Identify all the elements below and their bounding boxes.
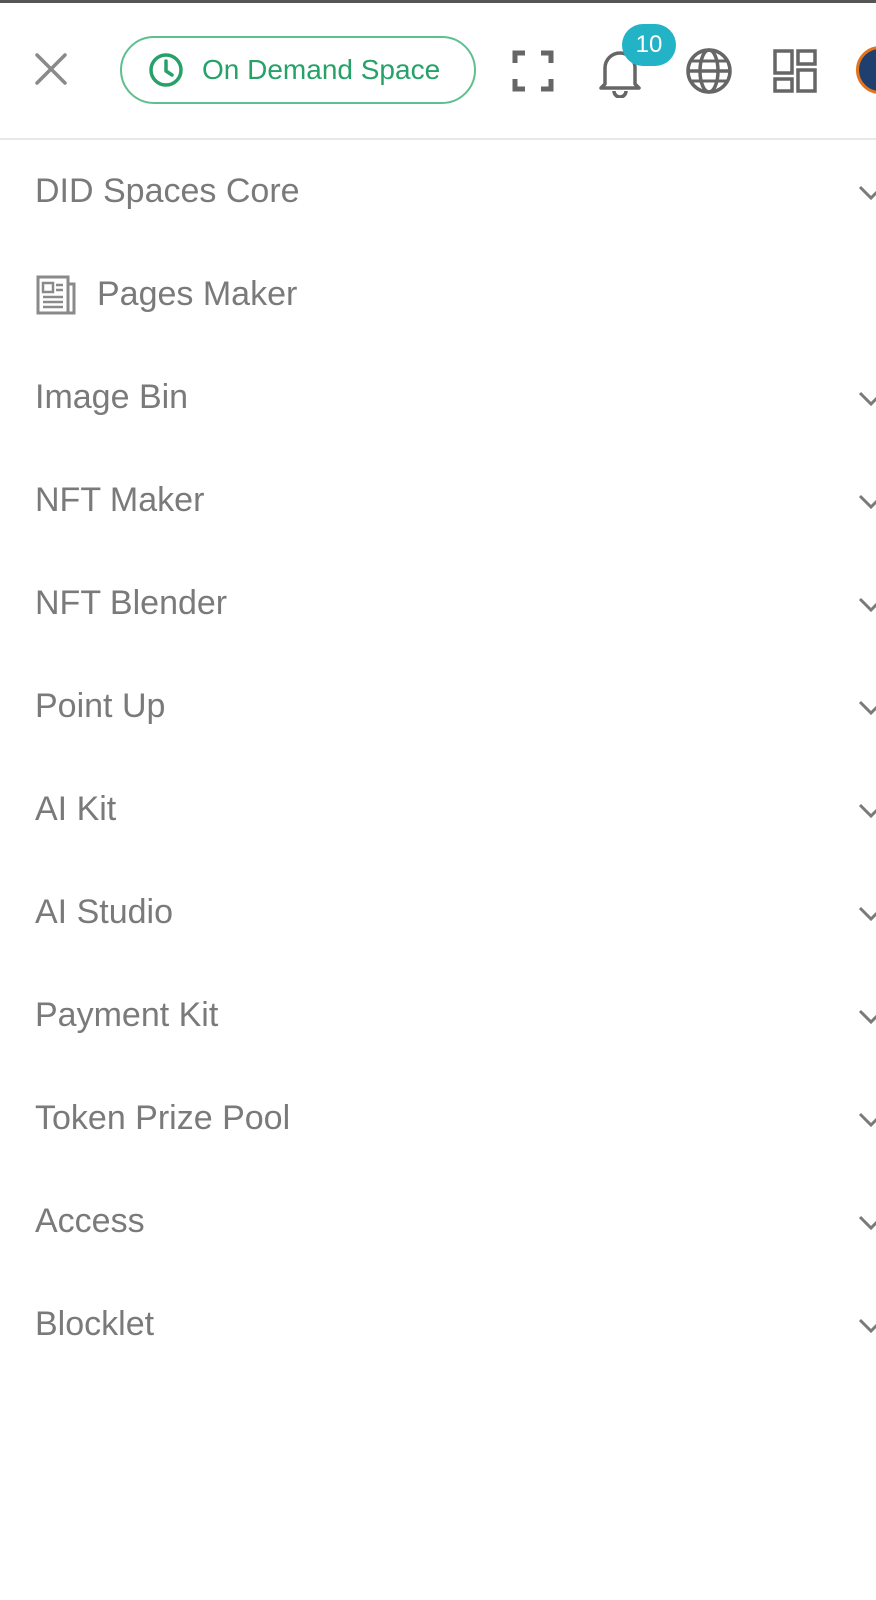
chevron-down-icon xyxy=(858,1318,876,1333)
menu-item-image-bin[interactable]: Image Bin xyxy=(0,346,876,449)
menu-item-label: Payment Kit xyxy=(35,996,219,1034)
menu-item-label: Token Prize Pool xyxy=(35,1099,291,1137)
on-demand-space-label: On Demand Space xyxy=(202,54,441,85)
chevron-down-icon xyxy=(858,1009,876,1024)
menu-item-label: Pages Maker xyxy=(97,275,298,313)
menu-item-label: DID Spaces Core xyxy=(35,172,300,210)
menu-item-blocklet[interactable]: Blocklet xyxy=(0,1273,876,1376)
notification-count-badge: 10 xyxy=(622,24,676,66)
close-icon xyxy=(35,53,67,85)
globe-icon xyxy=(686,48,732,94)
menu-item-label: Access xyxy=(35,1202,145,1240)
menu-item-nft-maker[interactable]: NFT Maker xyxy=(0,449,876,552)
top-edge-line xyxy=(0,0,876,3)
chevron-down-icon xyxy=(858,597,876,612)
menu-item-nft-blender[interactable]: NFT Blender xyxy=(0,552,876,655)
chevron-down-icon xyxy=(858,1215,876,1230)
document-icon xyxy=(35,274,77,316)
menu-item-access[interactable]: Access xyxy=(0,1170,876,1273)
top-bar: On Demand Space 10 xyxy=(0,0,876,140)
apps-grid-icon xyxy=(773,49,817,93)
fullscreen-button[interactable] xyxy=(510,48,556,94)
menu-item-ai-kit[interactable]: AI Kit xyxy=(0,758,876,861)
menu-item-ai-studio[interactable]: AI Studio xyxy=(0,861,876,964)
menu-item-did-spaces-core[interactable]: DID Spaces Core xyxy=(0,140,876,243)
chevron-down-icon xyxy=(858,700,876,715)
chevron-down-icon xyxy=(858,906,876,921)
chevron-down-icon xyxy=(858,1112,876,1127)
menu-item-pages-maker[interactable]: Pages Maker xyxy=(0,243,876,346)
menu-item-token-prize-pool[interactable]: Token Prize Pool xyxy=(0,1067,876,1170)
fullscreen-icon xyxy=(512,50,554,92)
apps-button[interactable] xyxy=(772,48,818,94)
on-demand-space-button[interactable]: On Demand Space xyxy=(120,36,476,104)
chevron-down-icon xyxy=(858,391,876,406)
menu-item-label: Blocklet xyxy=(35,1305,155,1343)
close-button[interactable] xyxy=(28,46,74,92)
menu-item-label: Image Bin xyxy=(35,378,189,416)
navigation-menu: DID Spaces Core Pages Maker Image Bin NF… xyxy=(0,140,876,1376)
chevron-down-icon xyxy=(858,185,876,200)
language-button[interactable] xyxy=(684,46,734,96)
menu-item-point-up[interactable]: Point Up xyxy=(0,655,876,758)
menu-item-payment-kit[interactable]: Payment Kit xyxy=(0,964,876,1067)
menu-item-label: Point Up xyxy=(35,687,166,725)
avatar[interactable] xyxy=(856,46,876,94)
menu-item-label: AI Kit xyxy=(35,790,117,828)
chevron-down-icon xyxy=(858,803,876,818)
clock-icon xyxy=(149,53,183,87)
menu-item-label: NFT Blender xyxy=(35,584,228,622)
menu-item-label: NFT Maker xyxy=(35,481,205,519)
menu-item-label: AI Studio xyxy=(35,893,173,931)
chevron-down-icon xyxy=(858,494,876,509)
